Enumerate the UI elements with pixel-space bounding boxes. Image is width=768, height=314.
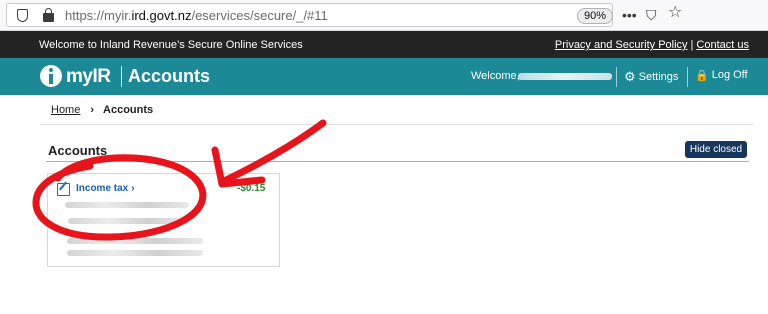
address-bar[interactable]: https://myir.ird.govt.nz/eservices/secur… [6, 3, 614, 27]
welcome-label: Welcome, [471, 70, 520, 82]
pocket-icon[interactable]: ⛉ [646, 7, 657, 23]
log-off-label: Log Off [711, 69, 748, 81]
header-divider [121, 66, 122, 87]
browser-toolbar: https://myir.ird.govt.nz/eservices/secur… [0, 0, 768, 31]
privacy-policy-link[interactable]: Privacy and Security Policy [555, 39, 688, 51]
page-title: Accounts [128, 66, 211, 86]
account-balance: -$0.15 [237, 183, 266, 194]
link-separator: | [690, 39, 694, 51]
header-divider [687, 67, 688, 87]
bookmark-star-icon[interactable]: ☆ [668, 5, 682, 21]
header-divider [616, 67, 617, 87]
accounts-section-title: Accounts [48, 143, 108, 158]
ird-logo-icon[interactable] [40, 65, 62, 87]
top-links: Privacy and Security Policy | Contact us [555, 39, 749, 51]
redacted-detail [67, 250, 203, 256]
edit-icon[interactable] [57, 183, 70, 196]
site-header: myIR Accounts Welcome, ⚙ Settings 🔒 Log Of… [0, 58, 768, 95]
income-tax-link[interactable]: Income tax › [76, 183, 135, 194]
breadcrumb-current: Accounts [103, 104, 154, 116]
hide-closed-button[interactable]: Hide closed [685, 141, 747, 158]
chevron-right-icon: › [131, 183, 135, 194]
breadcrumb-divider [40, 124, 754, 125]
redacted-user-name [518, 73, 612, 80]
gear-icon: ⚙ [624, 69, 636, 84]
settings-button[interactable]: ⚙ Settings [624, 69, 678, 85]
breadcrumb-home-link[interactable]: Home [51, 104, 80, 116]
url-text[interactable]: https://myir.ird.govt.nz/eservices/secur… [65, 8, 328, 23]
account-card[interactable]: Income tax › -$0.15 [47, 173, 280, 267]
lock-icon[interactable] [43, 8, 54, 22]
log-off-button[interactable]: 🔒 Log Off [695, 69, 748, 82]
lock-icon: 🔒 [695, 70, 709, 82]
account-label: Income tax [76, 183, 129, 194]
site-top-strip: Welcome to Inland Revenue’s Secure Onlin… [0, 31, 768, 58]
chevron-right-icon: › [90, 104, 95, 116]
shield-icon[interactable] [17, 9, 28, 22]
redacted-detail [65, 202, 189, 208]
section-divider [46, 161, 749, 162]
contact-us-link[interactable]: Contact us [696, 39, 749, 51]
redacted-detail [67, 238, 203, 244]
redacted-detail [68, 218, 188, 224]
zoom-level-button[interactable]: 90% [577, 8, 614, 24]
settings-label: Settings [638, 71, 679, 83]
myir-logo-text[interactable]: myIR [66, 66, 111, 88]
secure-services-welcome: Welcome to Inland Revenue’s Secure Onlin… [39, 39, 303, 51]
breadcrumb: Home › Accounts [51, 104, 153, 116]
more-icon[interactable]: ••• [622, 7, 637, 23]
